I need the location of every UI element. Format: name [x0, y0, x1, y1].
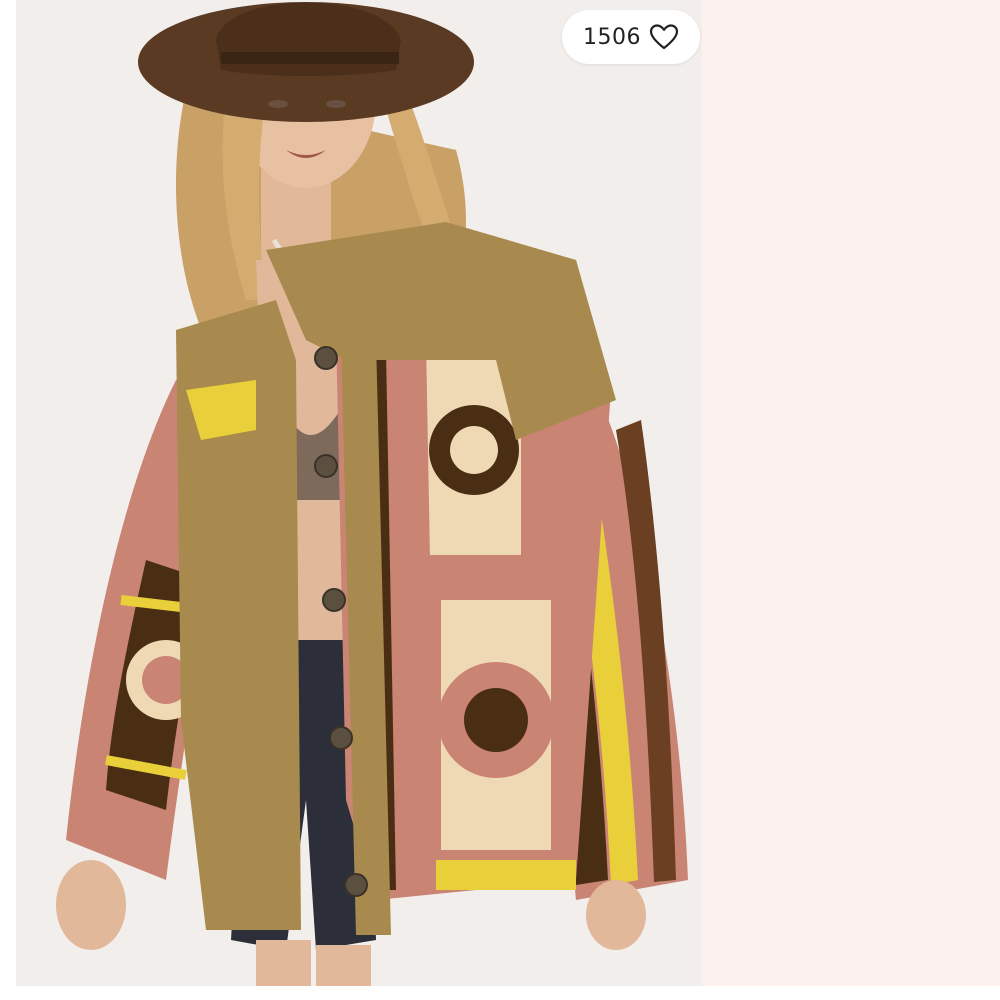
- bottom-strip: [0, 986, 1000, 1000]
- model-wearing-crochet-cardigan-image: [16, 0, 702, 986]
- heart-outline-icon: [649, 24, 679, 50]
- like-button[interactable]: 1506: [562, 10, 700, 64]
- product-photo[interactable]: 1506: [16, 0, 702, 986]
- side-panel-background: [702, 0, 1000, 986]
- like-count: 1506: [583, 24, 641, 50]
